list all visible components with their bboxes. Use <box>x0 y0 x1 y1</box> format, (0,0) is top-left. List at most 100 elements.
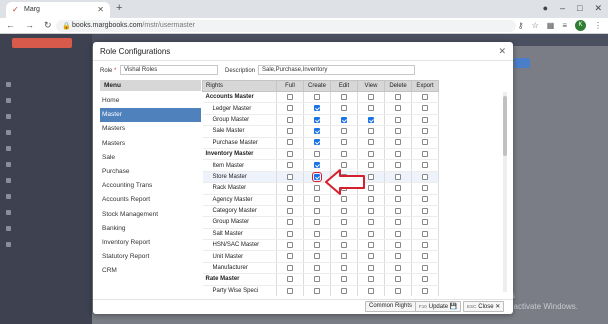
checkbox[interactable] <box>422 241 428 248</box>
checkbox[interactable] <box>422 207 428 214</box>
checkbox[interactable] <box>422 116 428 123</box>
role-field[interactable]: Vishal Roles <box>120 65 218 75</box>
checkbox[interactable] <box>314 241 320 248</box>
checkbox[interactable] <box>395 196 401 203</box>
checkbox[interactable] <box>314 207 320 214</box>
checkbox[interactable] <box>368 276 374 283</box>
checkbox[interactable] <box>314 128 320 135</box>
checkbox[interactable] <box>287 196 293 203</box>
description-field[interactable]: Sale,Purchase,Inventory <box>258 65 415 75</box>
checkbox[interactable] <box>287 264 293 271</box>
checkbox[interactable] <box>341 105 347 112</box>
menu-item[interactable]: Masters <box>100 137 201 151</box>
checkbox[interactable] <box>422 105 428 112</box>
checkbox[interactable] <box>341 264 347 271</box>
checkbox[interactable] <box>314 93 320 100</box>
checkbox[interactable] <box>314 196 320 203</box>
checkbox[interactable] <box>395 287 401 294</box>
checkbox[interactable] <box>368 128 374 135</box>
checkbox[interactable] <box>341 207 347 214</box>
checkbox[interactable] <box>422 276 428 283</box>
menu-item[interactable]: Home <box>100 94 201 108</box>
checkbox[interactable] <box>287 287 293 294</box>
menu-item[interactable]: Master <box>100 108 201 123</box>
checkbox[interactable] <box>368 116 374 123</box>
checkbox[interactable] <box>368 185 374 192</box>
checkbox[interactable] <box>422 185 428 192</box>
reload-icon[interactable]: ↻ <box>44 20 52 31</box>
update-button[interactable]: F10 Update 💾 <box>415 301 462 312</box>
checkbox[interactable] <box>368 219 374 226</box>
maximize-icon[interactable]: □ <box>577 3 582 14</box>
checkbox[interactable] <box>341 287 347 294</box>
checkbox[interactable] <box>395 207 401 214</box>
checkbox[interactable] <box>395 241 401 248</box>
checkbox[interactable] <box>314 287 320 294</box>
checkbox[interactable] <box>368 287 374 294</box>
browser-tab[interactable]: ✓ Marg ✕ <box>6 2 110 18</box>
checkbox[interactable] <box>368 207 374 214</box>
checkbox[interactable] <box>395 276 401 283</box>
menu-item[interactable]: Stock Management <box>100 208 201 222</box>
checkbox[interactable] <box>395 185 401 192</box>
star-icon[interactable]: ☆ <box>532 21 539 30</box>
checkbox[interactable] <box>368 253 374 260</box>
extensions-icon[interactable]: ▦ <box>547 21 555 30</box>
checkbox[interactable] <box>422 264 428 271</box>
checkbox[interactable] <box>422 196 428 203</box>
record-icon[interactable]: ● <box>543 3 548 14</box>
checkbox[interactable] <box>422 150 428 157</box>
back-icon[interactable]: ← <box>6 20 15 31</box>
checkbox[interactable] <box>341 128 347 135</box>
checkbox[interactable] <box>422 287 428 294</box>
checkbox[interactable] <box>287 207 293 214</box>
checkbox[interactable] <box>368 139 374 146</box>
close-window-icon[interactable]: ✕ <box>594 3 602 14</box>
rights-scrollbar[interactable] <box>503 92 507 292</box>
forward-icon[interactable]: → <box>25 20 34 31</box>
checkbox[interactable] <box>287 162 293 169</box>
menu-item[interactable]: Accounts Report <box>100 193 201 207</box>
checkbox[interactable] <box>422 253 428 260</box>
checkbox[interactable] <box>341 116 347 123</box>
menu-item[interactable]: Purchase <box>100 165 201 179</box>
dialog-close-icon[interactable]: ✕ <box>498 46 506 57</box>
checkbox[interactable] <box>311 171 323 183</box>
new-tab-icon[interactable]: + <box>116 2 122 14</box>
checkbox[interactable] <box>368 93 374 100</box>
checkbox[interactable] <box>368 105 374 112</box>
checkbox[interactable] <box>287 253 293 260</box>
checkbox[interactable] <box>287 230 293 237</box>
checkbox[interactable] <box>341 241 347 248</box>
checkbox[interactable] <box>287 128 293 135</box>
checkbox[interactable] <box>395 230 401 237</box>
checkbox[interactable] <box>287 276 293 283</box>
key-icon[interactable]: ⚷ <box>518 21 524 30</box>
checkbox[interactable] <box>287 116 293 123</box>
checkbox[interactable] <box>395 162 401 169</box>
checkbox[interactable] <box>422 139 428 146</box>
tab-close-icon[interactable]: ✕ <box>97 5 104 14</box>
checkbox[interactable] <box>368 264 374 271</box>
checkbox[interactable] <box>314 185 320 192</box>
checkbox[interactable] <box>395 128 401 135</box>
scroll-thumb[interactable] <box>503 96 507 156</box>
checkbox[interactable] <box>341 93 347 100</box>
checkbox[interactable] <box>422 219 428 226</box>
profile-menu-icon[interactable]: ≡ <box>562 21 567 30</box>
checkbox[interactable] <box>368 173 374 180</box>
checkbox[interactable] <box>341 230 347 237</box>
common-rights-button[interactable]: Common Rights <box>365 301 417 312</box>
checkbox[interactable] <box>314 264 320 271</box>
checkbox[interactable] <box>341 196 347 203</box>
kebab-menu-icon[interactable]: ⋮ <box>594 21 602 30</box>
menu-item[interactable]: Inventory Report <box>100 236 201 250</box>
checkbox[interactable] <box>287 185 293 192</box>
checkbox[interactable] <box>395 116 401 123</box>
checkbox[interactable] <box>422 173 428 180</box>
checkbox[interactable] <box>287 139 293 146</box>
menu-item[interactable]: Statutory Report <box>100 250 201 264</box>
checkbox[interactable] <box>287 219 293 226</box>
checkbox[interactable] <box>341 253 347 260</box>
checkbox[interactable] <box>368 162 374 169</box>
